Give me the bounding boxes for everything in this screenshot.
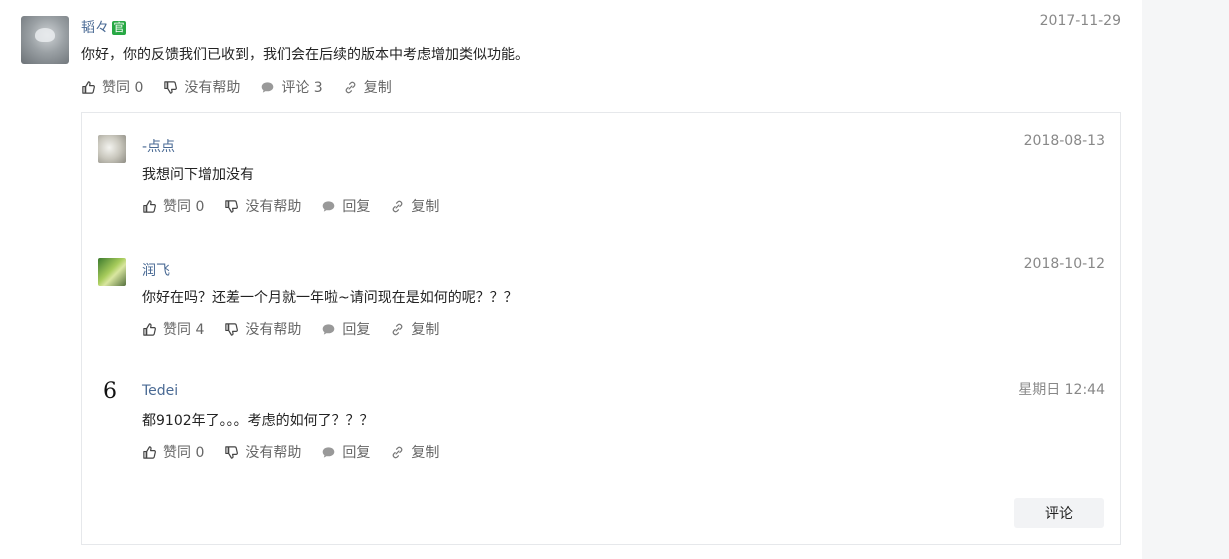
speech-bubble-icon	[323, 200, 335, 212]
reply-date: 2018-10-12	[1023, 256, 1105, 272]
like-label: 赞同 0	[163, 445, 205, 461]
like-button[interactable]: 赞同 0	[81, 77, 143, 97]
like-button[interactable]: 赞同 0	[142, 442, 204, 462]
comment-actions: 赞同 0 没有帮助 评论 3 复制	[81, 77, 412, 97]
thumbs-down-icon	[164, 80, 178, 94]
reply-button[interactable]: 回复	[321, 319, 370, 339]
reply-avatar[interactable]	[98, 135, 126, 163]
thumbs-down-icon	[225, 445, 239, 459]
reply-avatar[interactable]: 6	[98, 381, 126, 409]
reply-content: 都9102年了。。。考虑的如何了？？？	[142, 413, 374, 429]
copy-label: 复制	[411, 199, 440, 215]
reply-label: 回复	[342, 199, 371, 215]
reply-actions: 赞同 4 没有帮助 回复 复制	[142, 319, 459, 339]
thumbs-up-icon	[82, 80, 95, 94]
unhelpful-button[interactable]: 没有帮助	[224, 196, 301, 216]
thumbs-up-icon	[143, 322, 156, 336]
reply-button[interactable]: 回复	[321, 196, 370, 216]
link-icon	[393, 200, 403, 212]
speech-bubble-icon	[323, 323, 335, 335]
unhelpful-label: 没有帮助	[245, 445, 302, 461]
link-icon	[393, 446, 403, 458]
comment-count-label: 评论 3	[281, 80, 323, 96]
copy-button[interactable]: 复制	[390, 319, 439, 339]
comment-toggle-button[interactable]: 评论 3	[260, 77, 323, 97]
copy-button[interactable]: 复制	[343, 77, 392, 97]
like-button[interactable]: 赞同 4	[142, 319, 204, 339]
link-icon	[393, 323, 403, 335]
thumbs-up-icon	[143, 445, 156, 459]
unhelpful-label: 没有帮助	[245, 322, 302, 338]
comment-date: 2017-11-29	[1039, 13, 1121, 29]
reply-date: 星期日 12:44	[1018, 382, 1105, 398]
avatar-glyph: 6	[103, 381, 117, 404]
thumbs-down-icon	[225, 322, 239, 336]
reply-button[interactable]: 回复	[321, 442, 370, 462]
like-label: 赞同 0	[163, 199, 205, 215]
unhelpful-label: 没有帮助	[245, 199, 302, 215]
reply-label: 回复	[342, 445, 371, 461]
reply-author[interactable]: 润飞	[142, 260, 170, 280]
reply-actions: 赞同 0 没有帮助 回复 复制	[142, 442, 459, 462]
author-avatar[interactable]	[21, 16, 69, 64]
author-name[interactable]: 韬々官	[81, 17, 126, 37]
like-label: 赞同 0	[102, 80, 144, 96]
copy-label: 复制	[411, 322, 440, 338]
copy-label: 复制	[411, 445, 440, 461]
reply-date: 2018-08-13	[1023, 133, 1105, 149]
copy-label: 复制	[363, 80, 392, 96]
comment-submit-button[interactable]: 评论	[1014, 498, 1104, 528]
right-gutter	[1142, 0, 1229, 559]
like-button[interactable]: 赞同 0	[142, 196, 204, 216]
reply-content: 你好在吗？还差一个月就一年啦~请问现在是如何的呢？？？	[142, 290, 518, 306]
reply-author[interactable]: Tedei	[142, 383, 178, 399]
unhelpful-label: 没有帮助	[184, 80, 241, 96]
copy-button[interactable]: 复制	[390, 442, 439, 462]
reply-actions: 赞同 0 没有帮助 回复 复制	[142, 196, 459, 216]
speech-bubble-icon	[262, 81, 274, 93]
unhelpful-button[interactable]: 没有帮助	[163, 77, 240, 97]
reply-author[interactable]: -点点	[142, 136, 175, 156]
official-badge: 官	[112, 21, 126, 35]
author-name-text[interactable]: 韬々	[81, 20, 109, 36]
copy-button[interactable]: 复制	[390, 196, 439, 216]
like-label: 赞同 4	[163, 322, 205, 338]
reply-content: 我想问下增加没有	[142, 167, 254, 183]
comment-content: 你好，你的反馈我们已收到，我们会在后续的版本中考虑增加类似功能。	[81, 47, 529, 63]
thumbs-down-icon	[225, 199, 239, 213]
link-icon	[345, 81, 356, 93]
reply-avatar[interactable]	[98, 258, 126, 286]
comment-thread: 韬々官 2017-11-29 你好，你的反馈我们已收到，我们会在后续的版本中考虑…	[0, 0, 1142, 559]
unhelpful-button[interactable]: 没有帮助	[224, 319, 301, 339]
unhelpful-button[interactable]: 没有帮助	[224, 442, 301, 462]
thumbs-up-icon	[143, 199, 156, 213]
replies-panel: -点点 2018-08-13 我想问下增加没有 赞同 0 没有帮助 回复 复制 …	[81, 112, 1121, 545]
speech-bubble-icon	[323, 446, 335, 458]
reply-label: 回复	[342, 322, 371, 338]
